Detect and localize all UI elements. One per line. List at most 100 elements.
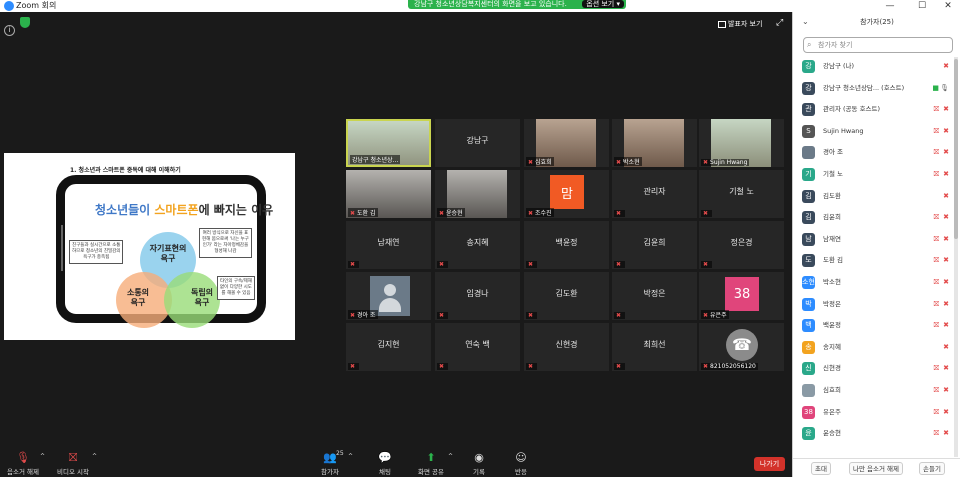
- tile-name-label: ✖ Sujin Hwang: [701, 159, 750, 166]
- tile-name-label: ✖: [614, 363, 626, 370]
- participant-row[interactable]: 심효희 ⛝ ✖: [793, 381, 953, 402]
- video-tile[interactable]: 정은경 ✖: [699, 221, 784, 269]
- participant-search-input[interactable]: ⌕ 참가자 찾기: [803, 37, 953, 53]
- video-tile[interactable]: 김윤희 ✖: [612, 221, 697, 269]
- fullscreen-icon[interactable]: ⤢: [776, 18, 783, 28]
- chat-button[interactable]: 💬 채팅: [372, 451, 398, 476]
- participant-list-scrollbar[interactable]: [954, 57, 958, 457]
- start-video-label: 비디오 시작: [57, 468, 89, 476]
- unmute-self-button[interactable]: 나만 음소거 해제: [849, 462, 903, 475]
- mic-muted-icon: ✖: [439, 261, 445, 268]
- participant-row[interactable]: 38 유은주 ⛝ ✖: [793, 403, 953, 424]
- participant-row[interactable]: 경아 조 ⛝ ✖: [793, 143, 953, 164]
- video-tile[interactable]: 김도환 ✖: [524, 272, 609, 320]
- slide-side-bar: [61, 225, 63, 271]
- video-options-caret-icon[interactable]: ^: [92, 453, 97, 460]
- video-tile[interactable]: 박정은 ✖: [612, 272, 697, 320]
- participant-row[interactable]: 강 강남구 청소년상담... (호스트) ■ 🎙: [793, 79, 953, 100]
- video-tile[interactable]: 김지현 ✖: [346, 323, 431, 371]
- video-tile[interactable]: 기철 노 ✖: [699, 170, 784, 218]
- video-tile[interactable]: 송지혜 ✖: [435, 221, 520, 269]
- participants-button[interactable]: 👥 25 참가자: [316, 450, 344, 476]
- mic-muted-icon: ✖: [703, 312, 709, 319]
- participant-row[interactable]: 소현 박소현 ⛝ ✖: [793, 273, 953, 294]
- video-tile[interactable]: ✖ 도환 김: [346, 170, 431, 218]
- scrollbar-thumb[interactable]: [954, 59, 958, 239]
- audio-options-caret-icon[interactable]: ^: [40, 453, 45, 460]
- video-tile[interactable]: 남재연 ✖: [346, 221, 431, 269]
- reactions-label: 반응: [515, 468, 527, 476]
- participant-row[interactable]: 강 강남구 (나) ✖: [793, 57, 953, 78]
- participant-avatar: 남: [802, 232, 815, 246]
- video-tile[interactable]: 백윤정 ✖: [524, 221, 609, 269]
- shared-screen[interactable]: 1. 청소년과 스마트폰 중독에 대해 이해하기 청소년들이 스마트폰에 빠지는…: [4, 153, 295, 340]
- reactions-button[interactable]: ☺ 반응: [508, 451, 534, 476]
- video-off-icon: ⛝: [933, 299, 939, 308]
- maximize-button[interactable]: ☐: [910, 0, 934, 12]
- participant-row[interactable]: 신 신현경 ⛝ ✖: [793, 359, 953, 380]
- mic-muted-icon: ✖: [616, 261, 622, 268]
- participant-row[interactable]: 박 박정은 ⛝ ✖: [793, 295, 953, 316]
- share-banner-text: 강남구 청소년상담복지센터의 화면을 보고 있습니다.: [414, 0, 567, 8]
- participant-row[interactable]: 김 김윤희 ⛝ ✖: [793, 208, 953, 229]
- close-button[interactable]: ✕: [936, 0, 960, 12]
- zoom-window: Zoom 회의 — ☐ ✕ 강남구 청소년상담복지센터의 화면을 보고 있습니다…: [0, 0, 960, 477]
- share-screen-button[interactable]: ⬆ 화면 공유: [414, 451, 448, 476]
- participant-row[interactable]: 남 남재연 ⛝ ✖: [793, 230, 953, 251]
- participants-options-caret-icon[interactable]: ^: [348, 453, 353, 460]
- video-off-icon: ⛝: [933, 256, 939, 265]
- info-icon[interactable]: i: [4, 25, 15, 36]
- minimize-button[interactable]: —: [878, 0, 902, 12]
- video-tile[interactable]: ☎ ✖ 821052056120: [699, 323, 784, 371]
- tile-label-text: 도환 김: [357, 210, 376, 217]
- speaker-view-button[interactable]: 발표자 보기: [718, 19, 762, 29]
- participant-row[interactable]: 윤 윤승현 ⛝ ✖: [793, 424, 953, 445]
- participant-avatar: 신: [802, 362, 815, 376]
- callout-independence: 타인의 구속/제재 없이 다양한 시도 를 해볼 수 있음: [217, 276, 255, 300]
- mic-muted-icon: ✖: [943, 364, 949, 373]
- video-tile[interactable]: ✖ 윤승현: [435, 170, 520, 218]
- raise-hand-button[interactable]: 손들기: [919, 462, 945, 475]
- participant-avatar: 박: [802, 297, 815, 311]
- video-off-icon: ⛝: [933, 429, 939, 438]
- share-options-caret-icon[interactable]: ^: [448, 453, 453, 460]
- participant-row[interactable]: 도 도환 김 ⛝ ✖: [793, 251, 953, 272]
- participant-row[interactable]: 김 김도환 ✖: [793, 187, 953, 208]
- tile-participant-name: 최희선: [643, 340, 666, 349]
- screen-share-banner: 강남구 청소년상담복지센터의 화면을 보고 있습니다. 옵션 보기 ▾: [408, 0, 626, 9]
- participant-row[interactable]: 기 기철 노 ⛝ ✖: [793, 165, 953, 186]
- video-tile[interactable]: ✖ 경아 조: [346, 272, 431, 320]
- participant-row[interactable]: 관 관리자 (공동 호스트) ⛝ ✖: [793, 100, 953, 121]
- leave-button[interactable]: 나가기: [754, 457, 785, 471]
- video-tile[interactable]: 강남구: [435, 119, 520, 167]
- video-tile[interactable]: 38 ✖ 유은주: [699, 272, 784, 320]
- participant-name: 도환 김: [823, 256, 844, 265]
- video-tile[interactable]: ✖ Sujin Hwang: [699, 119, 784, 167]
- video-tile[interactable]: ✖ 심효희: [524, 119, 609, 167]
- invite-button[interactable]: 초대: [811, 462, 831, 475]
- participant-avatar: 관: [802, 103, 815, 117]
- participant-row[interactable]: S Sujin Hwang ⛝ ✖: [793, 122, 953, 143]
- record-button[interactable]: ◉ 기록: [466, 451, 492, 476]
- title-bar: Zoom 회의 — ☐ ✕ 강남구 청소년상담복지센터의 화면을 보고 있습니다…: [0, 0, 960, 12]
- video-tile[interactable]: 연숙 백 ✖: [435, 323, 520, 371]
- video-tile[interactable]: 최희선 ✖: [612, 323, 697, 371]
- phone-icon: ☎: [726, 329, 758, 361]
- video-tile[interactable]: 관리자 ✖: [612, 170, 697, 218]
- video-tile[interactable]: 맘 ✖ 조수진: [524, 170, 609, 218]
- view-options-button[interactable]: 옵션 보기 ▾: [582, 0, 624, 8]
- video-tile[interactable]: 신현경 ✖: [524, 323, 609, 371]
- participant-row[interactable]: 송 송지혜 ✖: [793, 338, 953, 359]
- participant-name: 경아 조: [823, 148, 844, 157]
- start-video-button[interactable]: ⛝ 비디오 시작: [54, 451, 92, 476]
- unmute-button[interactable]: 🎙 음소거 해제: [6, 451, 40, 476]
- tile-label-text: 유은주: [710, 312, 727, 319]
- participant-avatar: 김: [802, 211, 815, 225]
- video-tile[interactable]: ✖ 박소현: [612, 119, 697, 167]
- video-tile[interactable]: 임경나 ✖: [435, 272, 520, 320]
- participant-row[interactable]: 백 백윤정 ⛝ ✖: [793, 316, 953, 337]
- participant-name: 신현경: [823, 364, 841, 373]
- security-shield-icon[interactable]: [20, 17, 30, 28]
- tile-participant-name: 박정은: [643, 289, 666, 298]
- video-tile[interactable]: 강남구 청소년상...: [346, 119, 431, 167]
